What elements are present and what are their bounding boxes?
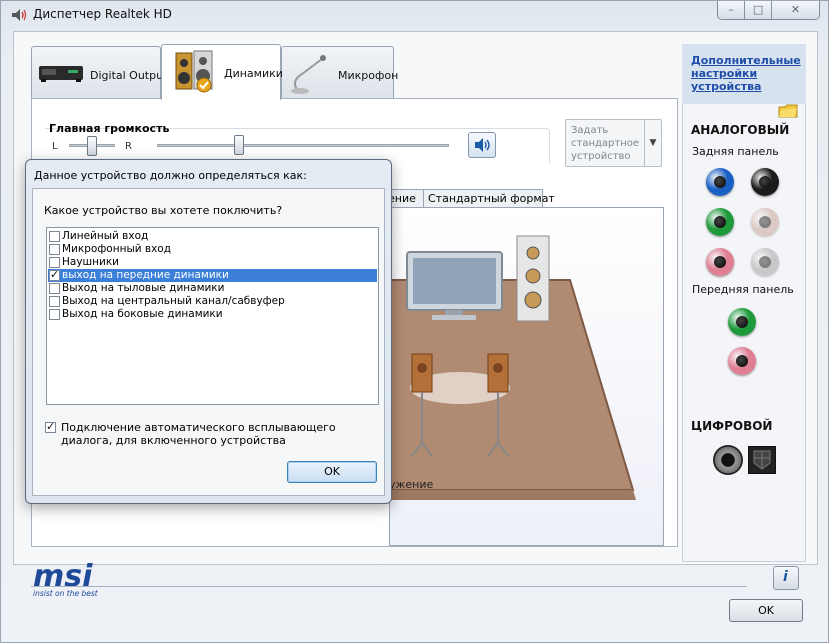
chevron-down-icon[interactable]: ▼ xyxy=(644,120,661,166)
msi-logo: msi insist on the best xyxy=(33,560,99,598)
balance-slider-thumb[interactable] xyxy=(87,136,97,156)
option-label: Линейный вход xyxy=(62,230,149,242)
analog-section-title: АНАЛОГОВЫЙ xyxy=(691,123,790,137)
volume-slider-thumb[interactable] xyxy=(233,135,244,155)
front-panel-label: Передняя панель xyxy=(692,283,794,296)
device-option[interactable]: Выход на боковые динамики xyxy=(48,308,377,321)
info-icon: i xyxy=(783,569,788,585)
subtab-label: Стандартный формат xyxy=(428,192,555,205)
tab-default-format[interactable]: Стандартный формат xyxy=(423,189,555,208)
speakers-icon xyxy=(175,50,213,93)
set-default-device-label: Задать стандартное устройство xyxy=(571,125,640,162)
speaker-volume-icon xyxy=(475,138,490,152)
optical-digital-jack-icon[interactable] xyxy=(748,446,776,474)
speaker-room-view xyxy=(389,207,664,546)
room-caption-partial: ужение xyxy=(389,478,434,491)
tab-speakers[interactable]: Динамики xyxy=(161,44,283,100)
dialog-ok-button[interactable]: OK xyxy=(287,461,377,483)
msi-tagline: insist on the best xyxy=(33,589,99,598)
balance-left-label: L xyxy=(52,141,58,152)
microphone-icon xyxy=(291,55,326,94)
title-bar: Диспетчер Realtek HD – □ ✕ xyxy=(1,1,829,29)
rear-jack-gray[interactable] xyxy=(751,248,779,276)
dialog-body: Какое устройство вы хотете поключить? Ли… xyxy=(32,188,385,496)
option-checkbox[interactable] xyxy=(49,244,60,255)
advanced-device-settings-link[interactable]: Дополнительные настройки устройства xyxy=(691,54,801,93)
window-controls: – □ ✕ xyxy=(717,1,820,20)
tab-digital-output[interactable]: Digital Output xyxy=(31,46,167,98)
rear-mic-jack-pink[interactable] xyxy=(706,248,734,276)
option-checkbox[interactable] xyxy=(49,231,60,242)
window-title: Диспетчер Realtek HD xyxy=(33,7,172,21)
minimize-button[interactable]: – xyxy=(718,1,746,19)
device-option[interactable]: Линейный вход xyxy=(48,230,377,243)
rear-panel-label: Задняя панель xyxy=(692,145,779,158)
main-volume-title: Главная громкость xyxy=(49,122,170,135)
tab-label: Digital Output xyxy=(90,69,168,82)
tab-label: Динамики xyxy=(224,67,283,80)
auto-popup-option[interactable]: Подключение автоматического всплывающего… xyxy=(44,420,374,447)
device-type-dialog: Данное устройство должно определяться ка… xyxy=(25,159,392,504)
maximize-button[interactable]: □ xyxy=(745,1,773,19)
dialog-title: Данное устройство должно определяться ка… xyxy=(34,169,307,182)
tab-label: Микрофон xyxy=(338,69,399,82)
device-option[interactable]: Наушники xyxy=(48,256,377,269)
option-checkbox[interactable] xyxy=(49,296,60,307)
divider xyxy=(31,586,747,587)
option-checkbox[interactable] xyxy=(49,257,60,268)
folder-icon[interactable] xyxy=(778,103,798,119)
option-checkbox[interactable] xyxy=(49,283,60,294)
receiver-device-icon xyxy=(39,66,83,82)
room-illustration xyxy=(389,235,636,500)
option-label: Выход на тыловые динамики xyxy=(62,282,225,294)
volume-slider-track[interactable] xyxy=(157,144,449,147)
front-headphone-jack-green[interactable] xyxy=(728,308,756,336)
option-checkbox[interactable] xyxy=(49,268,60,281)
auto-popup-checkbox[interactable] xyxy=(45,420,56,433)
ok-button[interactable]: OK xyxy=(729,599,803,622)
option-label: Выход на центральный канал/сабвуфер xyxy=(62,295,285,307)
tab-microphone[interactable]: Микрофон xyxy=(281,46,398,98)
close-button[interactable]: ✕ xyxy=(772,1,819,19)
info-button[interactable]: i xyxy=(773,566,799,590)
device-option[interactable]: Выход на центральный канал/сабвуфер xyxy=(48,295,377,308)
option-label: Выход на боковые динамики xyxy=(62,308,223,320)
balance-right-label: R xyxy=(125,141,132,152)
subtab-label: ение xyxy=(388,192,416,205)
rear-line-out-jack-green[interactable] xyxy=(706,208,734,236)
front-mic-jack-pink[interactable] xyxy=(728,347,756,375)
rear-jack-tan[interactable] xyxy=(751,208,779,236)
device-option[interactable]: Выход на тыловые динамики xyxy=(48,282,377,295)
device-option[interactable]: Микрофонный вход xyxy=(48,243,377,256)
option-checkbox[interactable] xyxy=(49,309,60,320)
mute-button[interactable] xyxy=(468,132,496,158)
digital-section-title: ЦИФРОВОЙ xyxy=(691,419,773,433)
set-default-device-dropdown[interactable]: Задать стандартное устройство ▼ xyxy=(565,119,662,167)
coaxial-digital-jack-icon[interactable] xyxy=(713,445,743,475)
dialog-question: Какое устройство вы хотете поключить? xyxy=(44,204,283,217)
device-option[interactable]: выход на передние динамики xyxy=(48,268,377,282)
speaker-app-icon xyxy=(12,9,27,21)
option-label: Наушники xyxy=(62,256,120,268)
tv-icon xyxy=(406,251,503,320)
rear-jack-black[interactable] xyxy=(751,168,779,196)
tower-speaker-icon xyxy=(516,235,550,322)
option-label: выход на передние динамики xyxy=(62,269,229,281)
rear-line-in-jack-blue[interactable] xyxy=(706,168,734,196)
connector-panel xyxy=(682,44,806,562)
optical-port-icon xyxy=(753,450,771,470)
option-label: Микрофонный вход xyxy=(62,243,171,255)
device-type-listbox[interactable]: Линейный входМикрофонный входНаушникивых… xyxy=(46,227,379,405)
auto-popup-label: Подключение автоматического всплывающего… xyxy=(61,421,336,447)
